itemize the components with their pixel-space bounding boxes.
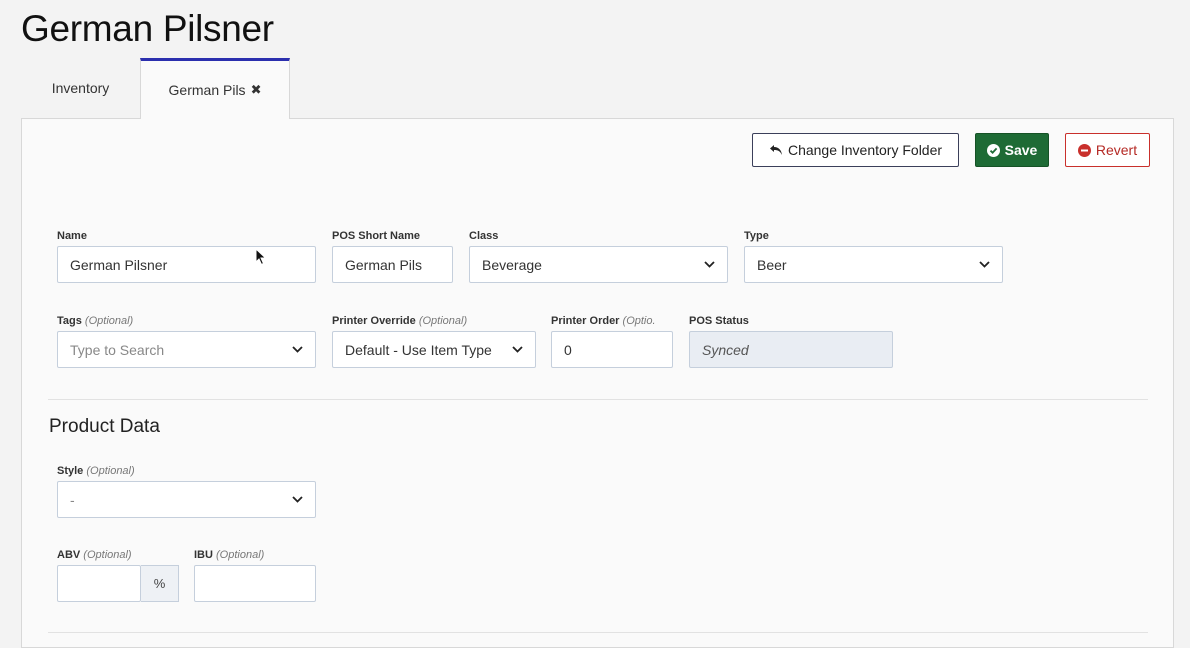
printer-order-field: Printer Order (Optio. 0 (551, 314, 673, 368)
chevron-down-icon (292, 346, 303, 353)
printer-override-field: Printer Override (Optional) Default - Us… (332, 314, 536, 368)
class-label: Class (469, 230, 499, 242)
style-select[interactable]: - (57, 481, 316, 518)
printer-order-input[interactable]: 0 (551, 331, 673, 368)
pos-short-name-input[interactable]: German Pils (332, 246, 453, 283)
chevron-down-icon (512, 346, 523, 353)
tab-german-pils[interactable]: German Pils ✖ (140, 58, 290, 119)
check-circle-icon (986, 143, 1000, 157)
close-icon[interactable]: ✖ (251, 82, 262, 98)
style-label: Style (Optional) (57, 465, 135, 477)
tab-inventory[interactable]: Inventory (21, 58, 140, 118)
tab-german-pils-label: German Pils (168, 82, 246, 98)
printer-override-label: Printer Override (Optional) (332, 315, 468, 327)
tags-label: Tags (Optional) (57, 315, 134, 327)
type-label: Type (744, 230, 769, 242)
chevron-down-icon (979, 261, 990, 268)
style-field: Style (Optional) - (57, 464, 316, 518)
item-editor-panel: Change Inventory Folder Save Revert Name… (21, 118, 1174, 648)
pos-short-name-label: POS Short Name (332, 230, 421, 242)
abv-field: ABV (Optional) % (57, 548, 179, 602)
minus-circle-icon (1077, 143, 1091, 157)
pos-status-field: POS Status Synced (689, 314, 893, 368)
tab-inventory-label: Inventory (51, 80, 110, 96)
revert-label: Revert (1095, 142, 1138, 158)
printer-override-select[interactable]: Default - Use Item Type (332, 331, 536, 368)
ibu-field: IBU (Optional) (194, 548, 316, 602)
section-divider (48, 399, 1148, 400)
name-field: Name German Pilsner (57, 229, 316, 283)
mouse-pointer-icon (255, 248, 267, 266)
type-select[interactable]: Beer (744, 246, 1003, 283)
tags-field: Tags (Optional) Type to Search (57, 314, 316, 368)
ibu-input[interactable] (194, 565, 316, 602)
section-divider-bottom (48, 632, 1148, 633)
type-field: Type Beer (744, 229, 1003, 283)
percent-addon: % (141, 565, 179, 602)
pos-short-name-field: POS Short Name German Pils (332, 229, 453, 283)
change-inventory-folder-label: Change Inventory Folder (787, 142, 943, 158)
class-field: Class Beverage (469, 229, 728, 283)
class-select[interactable]: Beverage (469, 246, 728, 283)
name-input[interactable]: German Pilsner (57, 246, 316, 283)
chevron-down-icon (704, 261, 715, 268)
change-inventory-folder-button[interactable]: Change Inventory Folder (752, 133, 959, 167)
save-label: Save (1004, 142, 1038, 158)
abv-label: ABV (Optional) (57, 549, 132, 561)
product-data-title: Product Data (49, 416, 160, 437)
ibu-label: IBU (Optional) (194, 549, 265, 561)
pos-status-value: Synced (689, 331, 893, 368)
chevron-down-icon (292, 496, 303, 503)
tags-select[interactable]: Type to Search (57, 331, 316, 368)
save-button[interactable]: Save (975, 133, 1049, 167)
printer-order-label: Printer Order (Optio. (551, 315, 656, 327)
name-label: Name (57, 230, 87, 242)
pos-status-label: POS Status (689, 315, 749, 327)
undo-arrow-icon (769, 145, 782, 155)
abv-input[interactable] (57, 565, 141, 602)
revert-button[interactable]: Revert (1065, 133, 1150, 167)
page-title: German Pilsner (21, 8, 274, 49)
